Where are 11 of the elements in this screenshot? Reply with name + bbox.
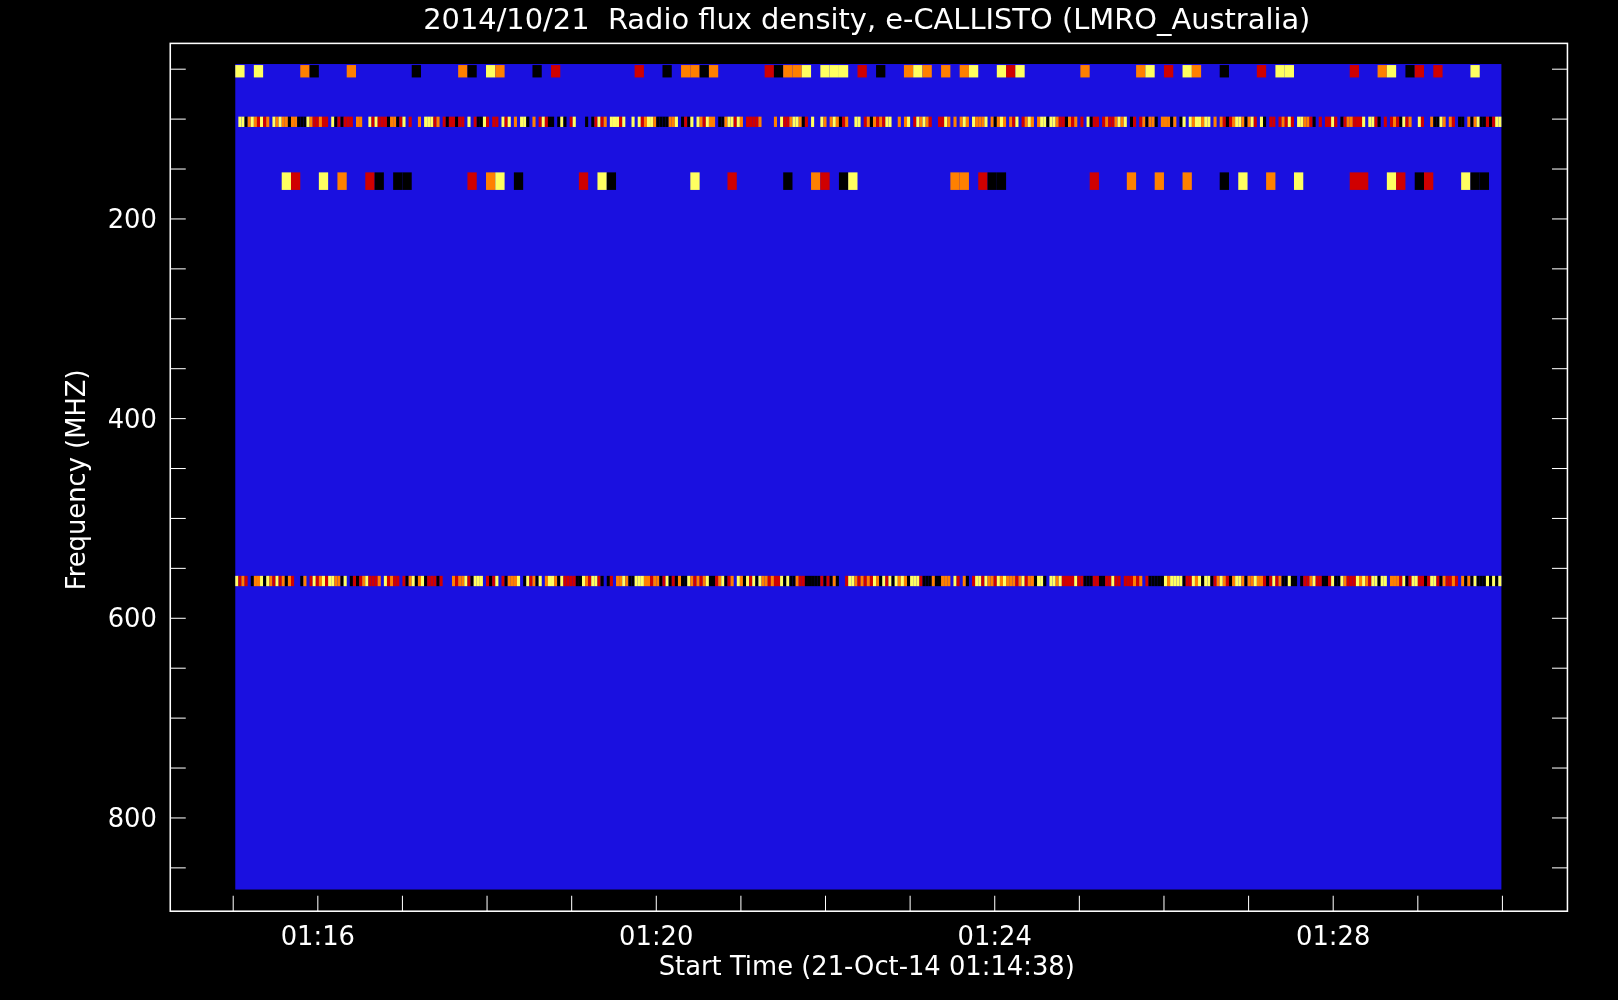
x-tick-label: 01:16 [280, 921, 355, 952]
y-tick-label: 800 [107, 803, 157, 834]
y-axis-label: Frequency (MHZ) [60, 369, 91, 591]
x-tick-label: 01:24 [957, 921, 1032, 952]
y-tick-label: 400 [107, 403, 157, 434]
x-axis-label: Start Time (21-Oct-14 01:14:38) [658, 951, 1075, 982]
y-tick-label: 600 [107, 603, 157, 634]
x-tick-label: 01:20 [619, 921, 694, 952]
chart-title: 2014/10/21 Radio flux density, e-CALLISTO (LMRO_Australia) [423, 1, 1311, 36]
y-tick-label: 200 [107, 204, 157, 235]
x-tick-label: 01:28 [1296, 921, 1371, 952]
